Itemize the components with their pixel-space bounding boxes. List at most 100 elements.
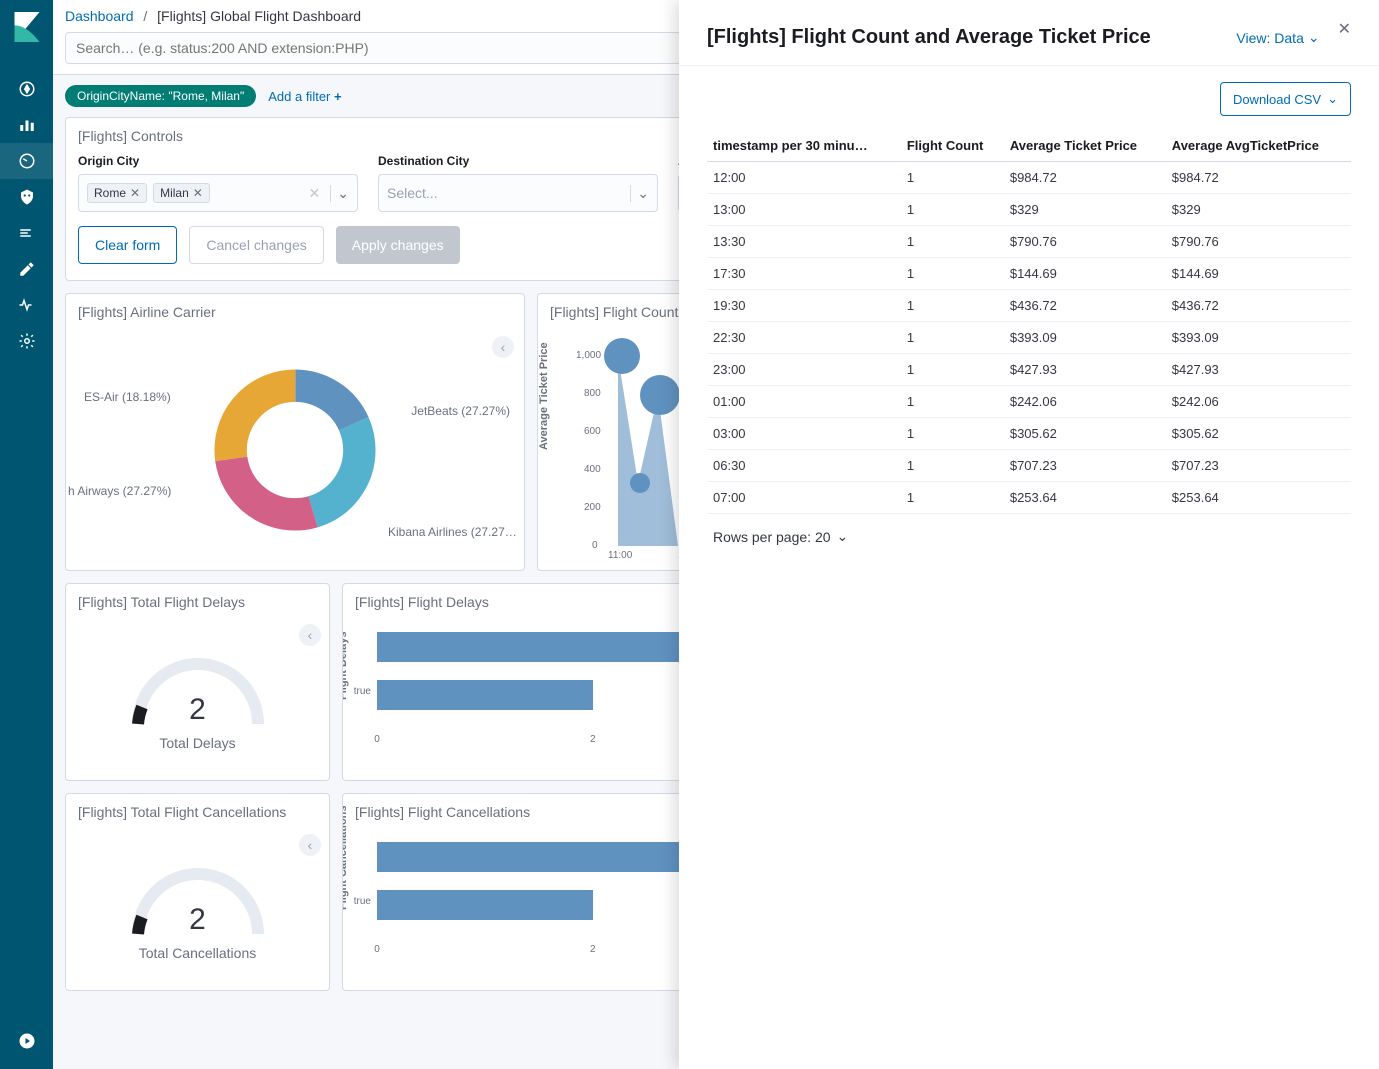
table-cell: 01:00 [707,386,901,418]
bar-true-label: true [354,686,377,697]
svg-text:200: 200 [584,502,601,513]
timelion-icon[interactable] [0,215,53,251]
app-sidebar [0,0,53,1069]
col-avg-price[interactable]: Average Ticket Price [1004,130,1166,162]
table-row: 13:001$329$329 [707,194,1351,226]
table-row: 19:301$436.72$436.72 [707,290,1351,322]
table-cell: 1 [901,290,1004,322]
x-tick: 0 [374,734,380,745]
svg-text:11:00: 11:00 [608,550,633,558]
col-flight-count[interactable]: Flight Count [901,130,1004,162]
table-cell: 1 [901,162,1004,194]
table-cell: 13:00 [707,194,901,226]
remove-token-icon[interactable]: ✕ [130,186,140,200]
table-cell: $427.93 [1166,354,1351,386]
table-cell: 07:00 [707,482,901,514]
table-cell: $305.62 [1166,418,1351,450]
table-row: 22:301$393.09$393.09 [707,322,1351,354]
table-cell: 1 [901,482,1004,514]
origin-token-milan[interactable]: Milan✕ [153,183,210,203]
svg-text:800: 800 [584,388,601,399]
donut-label-kibana: Kibana Airlines (27.27%) [388,525,518,542]
airline-carrier-panel: [Flights] Airline Carrier ‹ ES-Air (18.1… [65,293,525,571]
table-cell: $790.76 [1004,226,1166,258]
panel-collapse-icon[interactable]: ‹ [299,834,321,856]
rows-per-page-selector[interactable]: Rows per page: 20⌄ [707,514,854,559]
table-row: 17:301$144.69$144.69 [707,258,1351,290]
bar-true [377,680,593,710]
chevron-down-icon: ⌄ [1308,29,1320,46]
remove-token-icon[interactable]: ✕ [193,186,203,200]
table-cell: $305.62 [1004,418,1166,450]
delays-subtitle: Total Delays [159,735,235,751]
table-cell: $436.72 [1004,290,1166,322]
table-row: 13:301$790.76$790.76 [707,226,1351,258]
table-row: 01:001$242.06$242.06 [707,386,1351,418]
clear-form-button[interactable]: Clear form [78,226,177,264]
table-cell: 12:00 [707,162,901,194]
collapse-sidebar-icon[interactable] [0,1023,53,1059]
panel-collapse-icon[interactable]: ‹ [299,624,321,646]
table-cell: 1 [901,322,1004,354]
devtools-icon[interactable] [0,251,53,287]
add-filter-button[interactable]: Add a filter [268,89,341,104]
bar-true-label: true [354,896,377,907]
table-cell: $253.64 [1004,482,1166,514]
dest-city-combo[interactable]: Select... ⌄ [378,174,658,212]
x-tick: 2 [590,734,596,745]
dashboard-icon[interactable] [0,143,53,179]
origin-city-label: Origin City [78,154,358,168]
table-cell: 1 [901,386,1004,418]
chevron-down-icon: ⌄ [1327,91,1338,107]
table-cell: $393.09 [1004,322,1166,354]
table-row: 12:001$984.72$984.72 [707,162,1351,194]
table-cell: $144.69 [1166,258,1351,290]
table-cell: $427.93 [1004,354,1166,386]
apply-changes-button[interactable]: Apply changes [336,226,460,264]
cancel-subtitle: Total Cancellations [139,945,257,961]
cancel-y-axis-label: Flight Cancellations [342,805,349,910]
breadcrumb-root[interactable]: Dashboard [65,8,134,24]
table-cell: $242.06 [1004,386,1166,418]
svg-text:600: 600 [584,426,601,437]
discover-icon[interactable] [0,71,53,107]
table-cell: $984.72 [1004,162,1166,194]
chevron-down-icon[interactable]: ⌄ [330,185,349,202]
table-cell: 1 [901,226,1004,258]
origin-token-rome[interactable]: Rome✕ [87,183,147,203]
table-cell: 03:00 [707,418,901,450]
kibana-logo-icon[interactable] [0,0,53,53]
download-csv-button[interactable]: Download CSV⌄ [1220,82,1351,116]
table-cell: 1 [901,418,1004,450]
monitoring-icon[interactable] [0,287,53,323]
view-selector[interactable]: View: Data⌄ [1236,29,1319,46]
airline-panel-title: [Flights] Airline Carrier [66,294,524,330]
management-icon[interactable] [0,323,53,359]
security-icon[interactable] [0,179,53,215]
chevron-down-icon[interactable]: ⌄ [630,185,649,202]
clear-combo-icon[interactable]: ✕ [309,185,325,202]
delays-y-axis-label: Flight Delays [342,632,349,700]
origin-city-combo[interactable]: Rome✕ Milan✕ ✕ ⌄ [78,174,358,212]
table-cell: 22:30 [707,322,901,354]
col-timestamp[interactable]: timestamp per 30 minu… [707,130,901,162]
total-cancellations-panel: [Flights] Total Flight Cancellations ‹ 2… [65,793,330,991]
filter-pill[interactable]: OriginCityName: "Rome, Milan" [65,85,256,107]
flyout-title: [Flights] Flight Count and Average Ticke… [707,26,1151,49]
total-cancel-title: [Flights] Total Flight Cancellations [66,794,329,830]
donut-label-esair: ES-Air (18.18%) [84,390,171,404]
visualize-icon[interactable] [0,107,53,143]
close-icon[interactable]: ✕ [1338,19,1351,39]
table-row: 06:301$707.23$707.23 [707,450,1351,482]
delays-value: 2 [189,693,206,727]
cancel-value: 2 [189,903,206,937]
table-cell: 06:30 [707,450,901,482]
table-cell: $329 [1004,194,1166,226]
table-row: 03:001$305.62$305.62 [707,418,1351,450]
table-cell: $253.64 [1166,482,1351,514]
svg-text:1,000: 1,000 [576,350,601,361]
bubble-y-axis-label: Average Ticket Price [538,342,550,450]
table-cell: 1 [901,354,1004,386]
col-avg-avg-price[interactable]: Average AvgTicketPrice [1166,130,1351,162]
table-cell: $436.72 [1166,290,1351,322]
